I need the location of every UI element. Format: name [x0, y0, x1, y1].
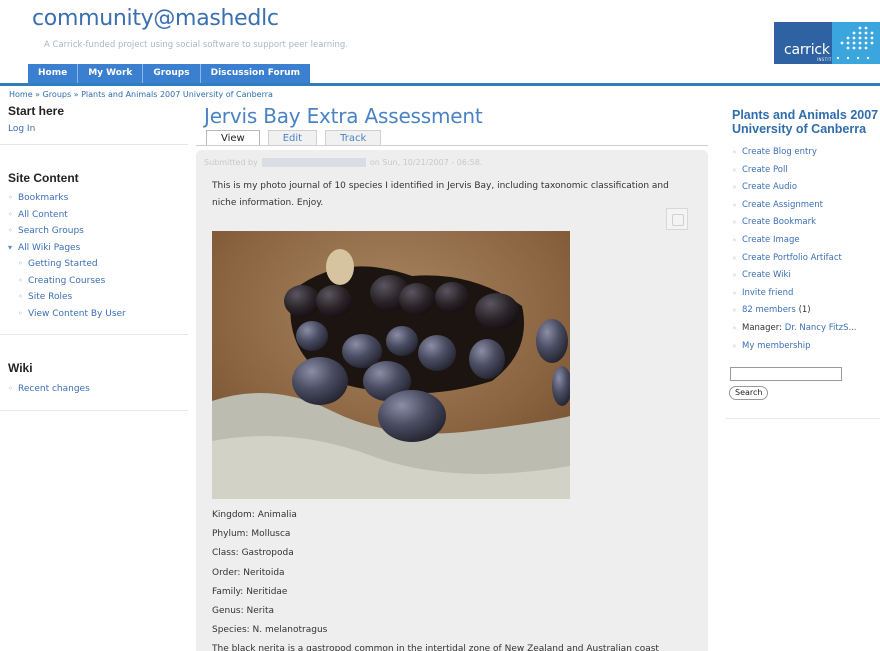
site-header: community@mashedlc A Carrick-funded proj…: [0, 0, 880, 88]
node-body: Submitted by on Sun, 10/21/2007 - 06:58. …: [196, 150, 708, 651]
wiki-title: Wiki: [8, 361, 33, 375]
sidebar-item-bookmarks[interactable]: Bookmarks: [8, 190, 188, 207]
nav-my-work[interactable]: My Work: [78, 64, 144, 83]
create-bookmark-link[interactable]: Create Bookmark: [726, 214, 880, 232]
invite-friend-link[interactable]: Invite friend: [726, 285, 880, 303]
sidebar-item-view-content-by-user[interactable]: View Content By User: [8, 306, 188, 323]
site-name[interactable]: community@mashedlc: [32, 6, 279, 31]
wiki-pages-sublist: Getting Started Creating Courses Site Ro…: [8, 256, 188, 322]
tabs-divider: [196, 145, 708, 146]
header-divider: [0, 83, 880, 86]
manager-item: Manager: Dr. Nancy FitzS...: [726, 320, 880, 338]
taxonomy-class: Class: Gastropoda: [212, 548, 294, 559]
group-title[interactable]: Plants and Animals 2007 University of Ca…: [726, 108, 880, 136]
taxonomy-kingdom: Kingdom: Animalia: [212, 510, 297, 520]
breadcrumb-text[interactable]: Home » Groups » Plants and Animals 2007 …: [9, 90, 273, 99]
taxonomy-family: Family: Neritidae: [212, 586, 288, 597]
site-content-title: Site Content: [8, 171, 79, 185]
snail-photo: [212, 231, 570, 499]
photo-image: [212, 231, 570, 499]
start-here-title: Start here: [8, 104, 65, 118]
left-sidebar: Start here Log In Site Content Bookmarks…: [0, 104, 188, 411]
group-search-input[interactable]: [730, 367, 842, 382]
submitted-prefix: Submitted by: [204, 158, 258, 167]
create-audio-link[interactable]: Create Audio: [726, 179, 880, 197]
sidebar-item-recent-changes[interactable]: Recent changes: [8, 381, 188, 398]
nav-home[interactable]: Home: [28, 64, 79, 83]
sidebar-divider: [726, 418, 880, 420]
logo-text: carrick: [784, 42, 830, 58]
sidebar-divider: [0, 409, 188, 411]
submitted-date: on Sun, 10/21/2007 - 06:58.: [369, 158, 483, 167]
primary-nav: Home My Work Groups Discussion Forum: [28, 64, 310, 83]
create-assignment-link[interactable]: Create Assignment: [726, 197, 880, 215]
create-poll-link[interactable]: Create Poll: [726, 162, 880, 180]
sidebar-item-all-wiki-pages[interactable]: All Wiki Pages: [8, 240, 188, 257]
tab-view[interactable]: View: [206, 130, 260, 146]
sidebar-item-all-content[interactable]: All Content: [8, 207, 188, 224]
tab-edit[interactable]: Edit: [267, 130, 318, 146]
group-actions-list: Create Blog entry Create Poll Create Aud…: [726, 144, 880, 355]
site-slogan: A Carrick-funded project using social so…: [44, 40, 349, 50]
site-content-block: Site Content Bookmarks All Content Searc…: [0, 171, 188, 322]
members-count: (1): [798, 305, 811, 316]
sidebar-item-search-groups[interactable]: Search Groups: [8, 223, 188, 240]
manager-label: Manager:: [742, 322, 782, 333]
members-link[interactable]: 82 members: [742, 305, 796, 315]
create-blog-entry-link[interactable]: Create Blog entry: [726, 144, 880, 162]
create-wiki-link[interactable]: Create Wiki: [726, 267, 880, 285]
create-image-link[interactable]: Create Image: [726, 232, 880, 250]
logo-dots-icon: [832, 22, 880, 64]
my-membership-link[interactable]: My membership: [726, 338, 880, 356]
submitted-info: Submitted by on Sun, 10/21/2007 - 06:58.: [204, 158, 482, 167]
site-content-list: Bookmarks All Content Search Groups All …: [8, 190, 188, 256]
right-sidebar: Plants and Animals 2007 University of Ca…: [726, 104, 880, 420]
start-here-block: Start here Log In: [0, 104, 188, 134]
breadcrumb[interactable]: Home » Groups » Plants and Animals 2007 …: [9, 90, 273, 99]
taxonomy-species: Species: N. melanotragus: [212, 625, 328, 636]
create-portfolio-artifact-link[interactable]: Create Portfolio Artifact: [726, 250, 880, 268]
sidebar-item-site-roles[interactable]: Site Roles: [8, 289, 188, 306]
members-item: 82 members (1): [726, 302, 880, 320]
nav-discussion-forum[interactable]: Discussion Forum: [201, 64, 310, 83]
search-button[interactable]: Search: [729, 386, 769, 401]
taxonomy-genus: Genus: Nerita: [212, 606, 275, 617]
intro-text: This is my photo journal of 10 species I…: [212, 181, 669, 208]
node-tabs: View Edit Track: [206, 130, 389, 146]
taxonomy-order: Order: Neritoida: [212, 567, 285, 578]
wiki-list: Recent changes: [8, 381, 188, 398]
sidebar-item-getting-started[interactable]: Getting Started: [8, 256, 188, 273]
taxonomy-list: Kingdom: Animalia Phylum: Mollusca Class…: [212, 506, 659, 651]
login-link[interactable]: Log In: [8, 124, 188, 134]
species-description: The black nerita is a gastropod common i…: [212, 644, 659, 651]
taxonomy-phylum: Phylum: Mollusca: [212, 529, 291, 540]
wiki-block: Wiki Recent changes: [0, 361, 188, 398]
author-redacted: [261, 158, 366, 167]
tab-track[interactable]: Track: [325, 130, 382, 146]
rss-feed-icon[interactable]: [666, 208, 688, 230]
sidebar-divider: [0, 334, 188, 335]
sidebar-item-creating-courses[interactable]: Creating Courses: [8, 273, 188, 290]
nav-groups[interactable]: Groups: [143, 64, 201, 83]
sidebar-divider: [0, 144, 188, 145]
page-title: Jervis Bay Extra Assessment: [204, 104, 483, 128]
carrick-logo[interactable]: carrick INSTITUTE: [774, 22, 880, 64]
manager-link[interactable]: Dr. Nancy FitzS...: [785, 323, 857, 333]
